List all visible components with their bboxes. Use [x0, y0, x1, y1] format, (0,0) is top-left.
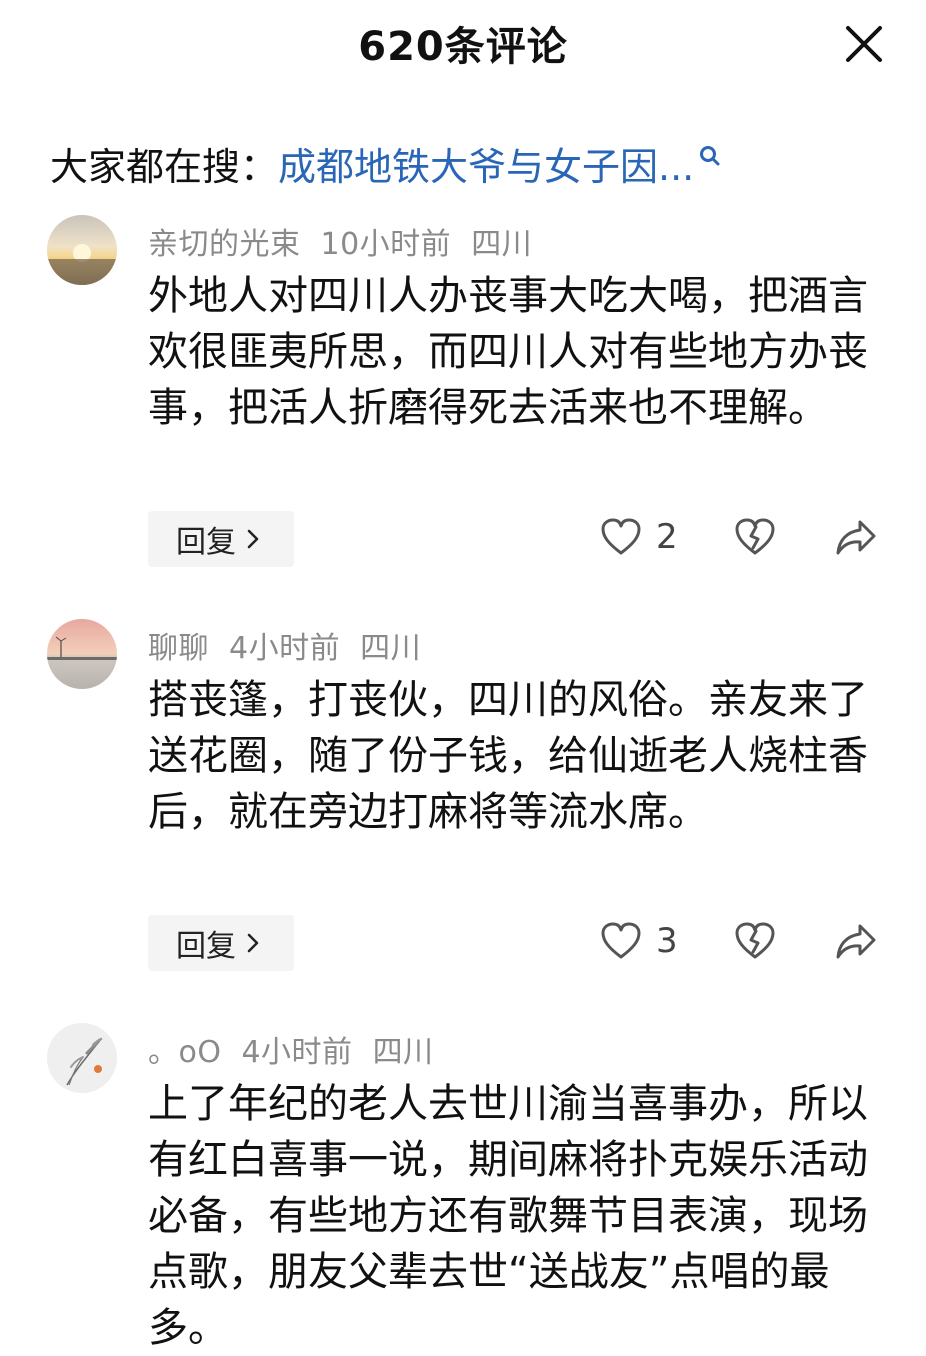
chevron-right-icon: [247, 933, 259, 953]
comment-username[interactable]: 亲切的光束: [148, 227, 301, 262]
like-button[interactable]: 2: [600, 517, 678, 557]
trending-search-row: 大家都在搜： 成都地铁大爷与女子因...: [50, 135, 880, 191]
search-icon[interactable]: [698, 139, 722, 169]
share-icon[interactable]: [834, 921, 878, 965]
comment-time: 4小时前: [241, 1035, 353, 1070]
comment-location: 四川: [471, 227, 533, 262]
reply-button[interactable]: 回复: [148, 511, 294, 567]
comment-text: 外地人对四川人办丧事大吃大喝，把酒言欢很匪夷所思，而四川人对有些地方办丧事，把活…: [148, 273, 868, 431]
comment-time: 4小时前: [229, 631, 341, 666]
reply-label: 回复: [176, 929, 236, 964]
like-button[interactable]: 3: [600, 921, 678, 961]
comment-text: 上了年纪的老人去世川渝当喜事办，所以有红白喜事一说，期间麻将扑克娱乐活动必备，有…: [148, 1081, 868, 1351]
header-bar: 620条评论: [0, 0, 926, 88]
avatar[interactable]: [47, 1023, 117, 1093]
comment-location: 四川: [360, 631, 422, 666]
like-count: 3: [656, 921, 678, 961]
trending-search-label: 大家都在搜：: [50, 144, 279, 189]
dislike-broken-heart-icon[interactable]: [734, 921, 776, 965]
trending-search-link[interactable]: 成都地铁大爷与女子因...: [278, 136, 694, 191]
share-icon[interactable]: [834, 517, 878, 561]
comment-username[interactable]: 聊聊: [148, 631, 209, 666]
comment-text: 搭丧篷，打丧伙，四川的风俗。亲友来了送花圈，随了份子钱，给仙逝老人烧柱香后，就在…: [148, 677, 868, 835]
avatar[interactable]: [47, 619, 117, 689]
dislike-broken-heart-icon[interactable]: [734, 517, 776, 561]
comment-location: 四川: [372, 1035, 434, 1070]
heart-icon: [601, 518, 641, 555]
page-title: 620条评论: [358, 24, 568, 70]
comment-username[interactable]: 。oO: [148, 1035, 221, 1070]
comment-time: 10小时前: [320, 227, 452, 262]
reply-label: 回复: [176, 525, 236, 560]
close-icon[interactable]: [842, 22, 886, 66]
comment-meta: 。oO 4小时前 四川: [148, 1027, 434, 1071]
like-count: 2: [656, 517, 678, 557]
comment-meta: 亲切的光束 10小时前 四川: [148, 219, 532, 263]
avatar[interactable]: [47, 215, 117, 285]
comment-meta: 聊聊 4小时前 四川: [148, 623, 421, 667]
reply-button[interactable]: 回复: [148, 915, 294, 971]
heart-icon: [601, 922, 641, 959]
chevron-right-icon: [247, 529, 259, 549]
